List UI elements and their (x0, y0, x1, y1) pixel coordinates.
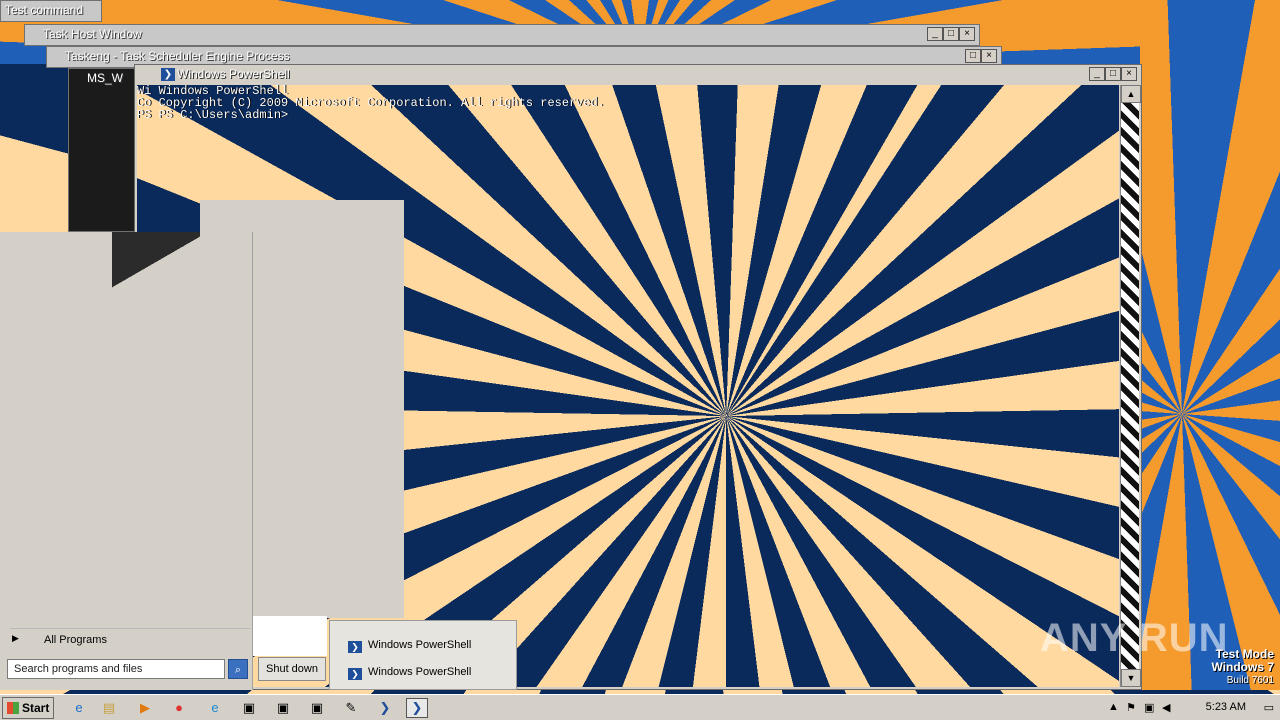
desktop-background-right (1140, 0, 1280, 690)
test-mode-build: Build 7601 (1226, 675, 1274, 686)
ie-icon[interactable]: e (68, 698, 90, 718)
maximize-button[interactable]: □ (965, 49, 981, 63)
close-button[interactable]: × (1121, 67, 1137, 81)
start-menu-blank-area (253, 616, 327, 656)
edge-icon[interactable]: e (204, 698, 226, 718)
tray-flag-icon[interactable]: ⚑ (1126, 701, 1136, 714)
taskhost-window-title: Task Host Window (43, 27, 142, 41)
start-menu-left-pane (0, 232, 253, 690)
window-icon[interactable]: ▣ (306, 698, 328, 718)
maximize-button[interactable]: □ (943, 27, 959, 41)
window-icon[interactable]: ▣ (238, 698, 260, 718)
powershell-icon: ❯ (348, 668, 362, 680)
powershell-icon[interactable]: ❯ (374, 698, 396, 718)
windows-logo-icon (7, 702, 19, 714)
search-icon[interactable]: ⌕ (228, 659, 248, 679)
explorer-icon[interactable]: ▤ (98, 698, 120, 718)
tray-volume-icon[interactable]: ◀ (1162, 701, 1170, 714)
maximize-button[interactable]: □ (1105, 67, 1121, 81)
test-mode-line: Windows 7 (1211, 660, 1274, 674)
taskeng-window-title: Taskeng - Task Scheduler Engine Process (65, 49, 290, 63)
cmd-window-title: Test command (5, 3, 84, 17)
jump-list-item[interactable]: ❯ Windows PowerShell (348, 666, 471, 680)
test-mode-text: Test Mode Windows 7 Build 7601 (1211, 648, 1274, 687)
jump-list-item-label: Windows PowerShell (368, 666, 472, 678)
search-input[interactable]: Search programs and files (7, 659, 225, 679)
start-label: Start (22, 701, 50, 715)
media-player-icon[interactable]: ▶ (134, 698, 156, 718)
start-button[interactable]: Start (2, 697, 54, 719)
chrome-icon[interactable]: ● (168, 698, 190, 718)
system-tray: ▲ ⚑ ▣ ◀ 5:23 AM ▭ (1104, 697, 1280, 719)
cmd-window[interactable]: Test command (0, 0, 102, 22)
window-icon[interactable]: ▣ (272, 698, 294, 718)
taskhost-window[interactable]: Task Host Window _ □ × (24, 24, 980, 46)
minimize-button[interactable]: _ (927, 27, 943, 41)
jump-list-item-label: Windows PowerShell (368, 639, 472, 651)
close-button[interactable]: × (959, 27, 975, 41)
minimize-button[interactable]: _ (1089, 67, 1105, 81)
tray-expand-icon[interactable]: ▲ (1108, 701, 1119, 713)
tray-network-icon[interactable]: ▣ (1144, 701, 1154, 714)
ms-window-title: MS_W (87, 71, 123, 85)
scroll-up-button[interactable]: ▲ (1121, 85, 1141, 103)
start-menu-artifact (112, 232, 200, 292)
console-scrollbar[interactable]: ▲ ▼ (1120, 85, 1141, 687)
powershell-titlebar[interactable]: ❯ Windows PowerShell _ □ × (135, 65, 1141, 85)
notepad-icon[interactable]: ✎ (340, 698, 362, 718)
jump-list: ❯ Windows PowerShell ❯ Windows PowerShell (329, 620, 517, 690)
powershell-icon: ❯ (348, 641, 362, 653)
chevron-right-icon: ▶ (12, 633, 19, 643)
start-menu: ▶ All Programs Search programs and files… (0, 200, 404, 690)
close-button[interactable]: × (981, 49, 997, 63)
all-programs-item[interactable]: ▶ All Programs (10, 628, 250, 651)
console-prompt: PS PS C:\Users\admin> (137, 108, 289, 122)
show-desktop-icon[interactable]: ▭ (1264, 701, 1274, 714)
jump-list-item[interactable]: ❯ Windows PowerShell (348, 639, 471, 653)
clock[interactable]: 5:23 AM (1206, 701, 1246, 713)
powershell-title: Windows PowerShell (177, 67, 290, 81)
shutdown-button[interactable]: Shut down (258, 657, 326, 681)
taskbar: Start e ▤ ▶ ● e ▣ ▣ ▣ ✎ ❯ ❯ ▲ ⚑ ▣ ◀ 5:23… (0, 694, 1280, 720)
all-programs-label: All Programs (44, 634, 107, 646)
powershell-icon: ❯ (161, 68, 175, 81)
scroll-down-button[interactable]: ▼ (1121, 669, 1141, 687)
powershell-active-icon[interactable]: ❯ (406, 698, 428, 718)
anyrun-watermark: ANY RUN (1040, 616, 1229, 660)
